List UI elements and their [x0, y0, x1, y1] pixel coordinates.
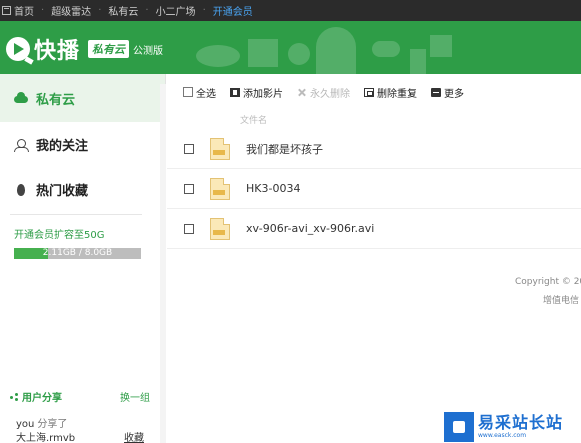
row-checkbox[interactable]: [184, 183, 194, 194]
header-decoration-icon: [288, 43, 310, 65]
nav-separator: ·: [98, 5, 102, 16]
more-button[interactable]: 更多: [431, 85, 464, 100]
header-decoration-icon: [196, 45, 240, 67]
site-watermark: 易采站长站 www.easck.com: [444, 411, 581, 443]
user-icon: [14, 138, 29, 152]
checkbox-icon: [183, 87, 193, 97]
video-file-icon: [210, 137, 230, 160]
logo-text: 快播: [34, 39, 81, 64]
nav-separator: ·: [202, 5, 206, 16]
nav-separator: ·: [145, 5, 149, 16]
nav-plaza[interactable]: 小二广场: [156, 3, 196, 18]
watermark-sub: www.easck.com: [478, 432, 527, 439]
home-icon: [2, 6, 11, 15]
sidebar-item-label: 私有云: [36, 92, 76, 108]
upgrade-storage-link[interactable]: 开通会员扩容至50G: [14, 226, 104, 241]
user-share-header: 用户分享 换一组: [10, 389, 150, 404]
app-header: 快播 私有云 公测版: [0, 21, 581, 74]
logo-beta-label: 公测版: [133, 45, 164, 57]
row-checkbox[interactable]: [184, 143, 194, 154]
sidebar-item-label: 热门收藏: [36, 184, 89, 199]
app-logo[interactable]: 快播 私有云 公测版: [6, 33, 163, 65]
file-name[interactable]: 我们都是坏孩子: [246, 141, 323, 157]
more-icon: [431, 87, 441, 97]
logo-product-badge: 私有云: [88, 40, 130, 58]
nav-super-radar[interactable]: 超级雷达: [51, 3, 91, 18]
header-decoration-icon: [410, 49, 426, 74]
header-decoration-icon: [316, 27, 356, 74]
storage-usage-bar: 2.11GB / 8.0GB: [14, 248, 141, 259]
delete-permanent-label: 永久删除: [310, 88, 350, 100]
favorite-link[interactable]: 收藏: [124, 429, 144, 443]
telecom-license-text: 增值电信: [543, 296, 580, 306]
header-decoration-icon: [372, 41, 400, 57]
nav-home[interactable]: 首页: [2, 3, 34, 18]
header-decoration-icon: [430, 35, 452, 57]
select-all-label: 全选: [196, 88, 216, 100]
film-icon: [230, 87, 240, 97]
add-video-button[interactable]: 添加影片: [230, 85, 283, 100]
duplicate-icon: [364, 87, 374, 97]
file-name[interactable]: xv-906r-avi_xv-906r.avi: [246, 222, 374, 235]
sidebar-item-label: 我的关注: [36, 139, 89, 154]
top-navigation-bar: 首页 · 超级雷达 · 私有云 · 小二广场 · 开通会员: [0, 0, 581, 21]
nav-separator: ·: [41, 5, 45, 16]
file-row[interactable]: HK3-0034: [167, 169, 581, 209]
cloud-icon: [14, 91, 28, 105]
watermark-logo-icon: [444, 412, 474, 442]
file-toolbar: 全选 添加影片 永久删除 删除重复 更多: [167, 74, 581, 110]
close-icon: [297, 88, 307, 97]
storage-usage-text: 2.11GB / 8.0GB: [42, 248, 113, 258]
select-all-checkbox[interactable]: 全选: [183, 85, 216, 100]
sidebar-item-hot-favorites[interactable]: 热门收藏: [0, 167, 165, 212]
delete-duplicates-label: 删除重复: [377, 88, 417, 100]
file-row[interactable]: 我们都是坏孩子: [167, 129, 581, 169]
sidebar-item-private-cloud[interactable]: 私有云: [0, 74, 165, 122]
sidebar-scrollbar[interactable]: [160, 84, 166, 443]
filename-column-header[interactable]: 文件名: [240, 113, 267, 126]
row-checkbox[interactable]: [184, 223, 194, 234]
watermark-main: 易采站长站: [478, 413, 564, 432]
nav-open-membership[interactable]: 开通会员: [213, 3, 253, 18]
add-video-label: 添加影片: [243, 88, 283, 100]
user-share-title-label: 用户分享: [22, 393, 62, 404]
file-name[interactable]: HK3-0034: [246, 182, 300, 195]
share-entry-file: 大上海.rmvb 收藏: [16, 429, 144, 443]
share-entry: you 分享了: [16, 415, 67, 430]
sidebar-divider: [10, 214, 142, 215]
qvod-logo-icon: [6, 37, 34, 65]
copyright-text: Copyright © 200: [515, 277, 581, 287]
delete-permanent-button[interactable]: 永久删除: [297, 85, 350, 100]
file-row[interactable]: xv-906r-avi_xv-906r.avi: [167, 209, 581, 249]
delete-duplicates-button[interactable]: 删除重复: [364, 85, 417, 100]
sidebar-item-following[interactable]: 我的关注: [0, 122, 165, 167]
fire-icon: [14, 183, 28, 197]
nav-private-cloud[interactable]: 私有云: [108, 3, 138, 18]
watermark-text: 易采站长站 www.easck.com: [478, 414, 563, 440]
more-label: 更多: [444, 88, 464, 100]
shared-file-name[interactable]: 大上海.rmvb: [16, 429, 75, 443]
nav-home-label: 首页: [14, 7, 34, 18]
video-file-icon: [210, 217, 230, 240]
header-decoration-icon: [248, 39, 278, 67]
video-file-icon: [210, 177, 230, 200]
user-share-title: 用户分享: [10, 389, 62, 404]
sidebar: 私有云 我的关注 热门收藏 开通会员扩容至50G 2.11GB / 8.0GB …: [0, 74, 166, 443]
swap-group-link[interactable]: 换一组: [120, 389, 150, 404]
share-icon: [10, 392, 18, 401]
